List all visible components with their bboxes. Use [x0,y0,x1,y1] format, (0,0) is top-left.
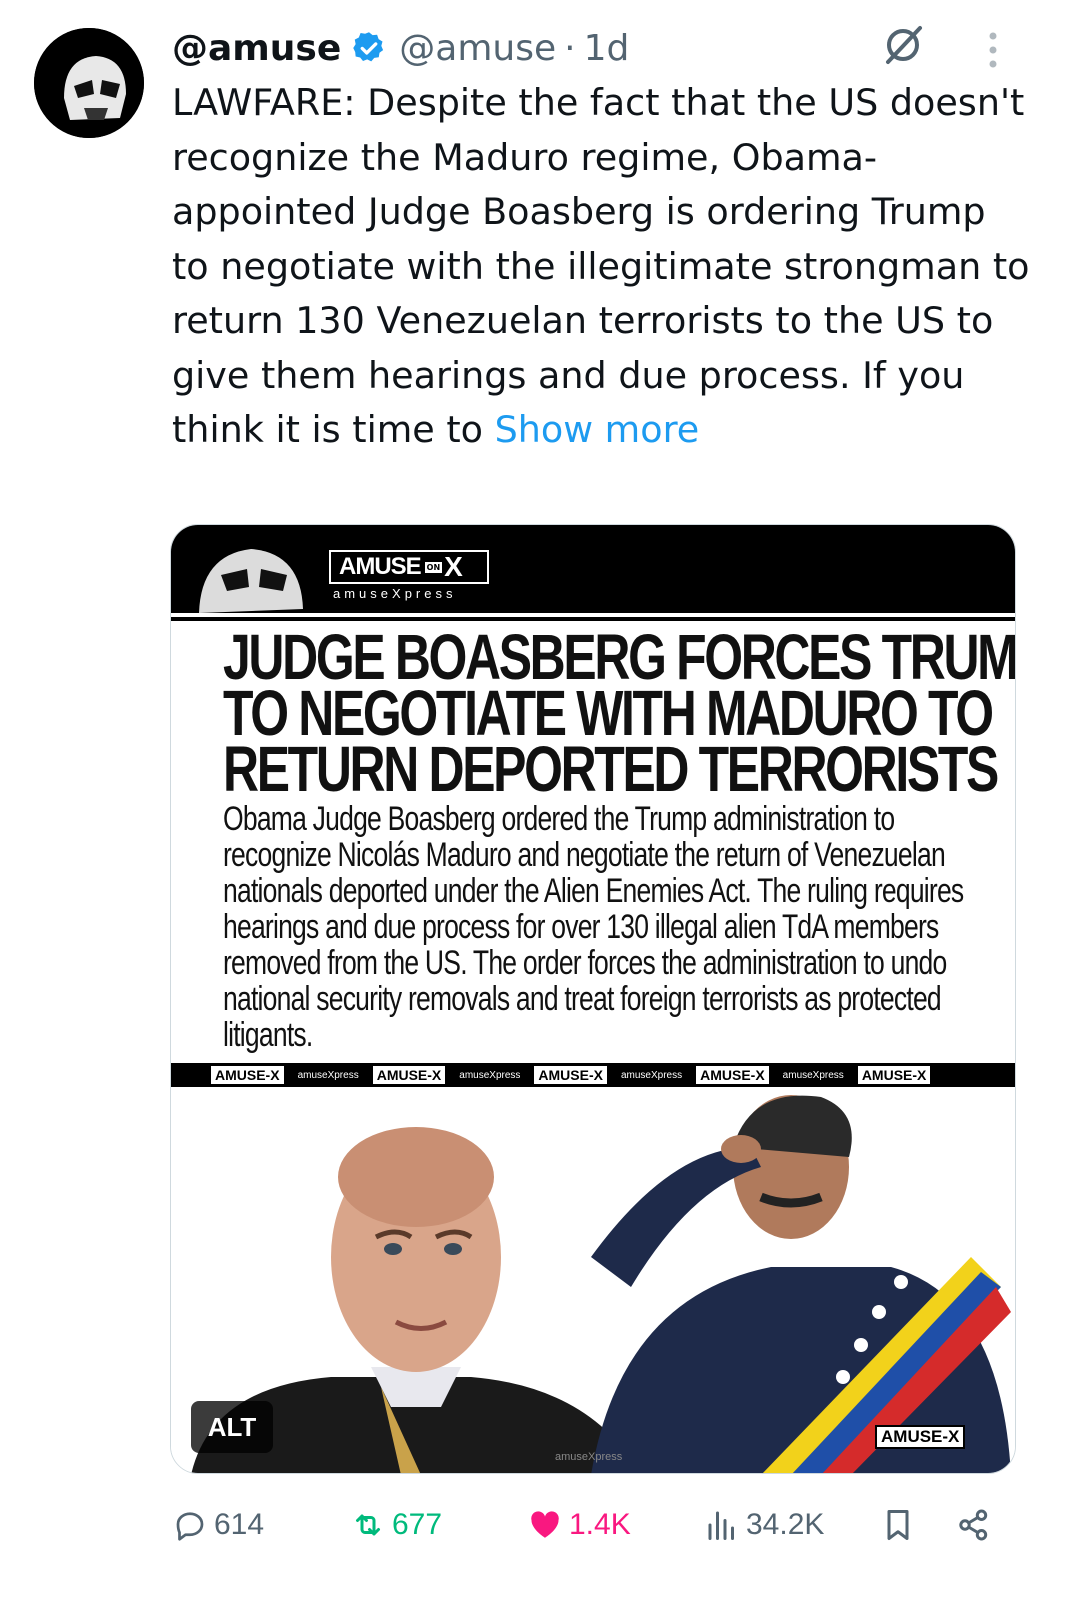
more-options-icon[interactable] [980,30,1006,70]
photo-area [171,1087,1015,1473]
repost-button[interactable]: 677 [350,1500,442,1550]
brand-on: ON [424,561,443,573]
timestamp[interactable]: 1d [584,28,630,69]
portraits-illustration [191,1095,1011,1473]
analytics-icon [708,1511,734,1540]
heart-icon [531,1511,559,1538]
media-banner: AMUSE ON X amuseXpress [171,525,1015,613]
action-bar: 614 677 1.4K 34.2K [0,1500,1077,1550]
avatar[interactable] [34,28,144,138]
handle[interactable]: @amuse [399,28,556,69]
reply-button[interactable]: 614 [172,1500,264,1550]
tweet-body-text: LAWFARE: Despite the fact that the US do… [172,81,1030,451]
ribbon-logo: AMUSE-X [211,1066,284,1084]
brand-x: X [444,551,463,582]
repost-count: 677 [392,1508,443,1541]
headline-line-3: RETURN DEPORTED TERRORISTS [223,733,999,805]
views-count: 34.2K [746,1508,825,1541]
views-button[interactable]: 34.2K [704,1500,824,1550]
share-button[interactable] [956,1500,992,1550]
ribbon-subtitle: amuseXpress [782,1069,844,1081]
corner-logo: AMUSE-X [875,1425,966,1449]
brand-subtitle: amuseXpress [333,586,457,601]
stormtrooper-banner-icon [199,549,303,613]
ribbon-logo: AMUSE-X [372,1066,446,1084]
show-more-link[interactable]: Show more [495,408,700,451]
maduro-portrait [591,1095,1011,1473]
bookmark-button[interactable] [880,1500,916,1550]
like-count: 1.4K [569,1508,631,1541]
ribbon-logo: AMUSE-X [857,1066,931,1084]
ribbon-subtitle: amuseXpress [459,1069,521,1081]
verified-badge-icon [353,32,384,62]
bookmark-icon [887,1510,909,1540]
reply-count: 614 [214,1508,265,1541]
ribbon-logo: AMUSE-X [696,1066,769,1084]
media-headline: JUDGE BOASBERG FORCES TRUMP TO NEGOTIATE… [223,625,1015,805]
repost-icon [356,1514,380,1536]
reply-icon [176,1512,204,1541]
tweet-text: LAWFARE: Despite the fact that the US do… [172,76,1032,458]
like-button[interactable]: 1.4K [527,1500,631,1550]
ribbon-subtitle: amuseXpress [620,1069,683,1081]
ribbon-logo: AMUSE-X [534,1066,607,1084]
brand-name: AMUSE [339,553,422,580]
separator-dot: · [564,27,576,69]
tweet-header: @amuse @amuse · 1d [172,22,629,74]
amuse-logo: AMUSE ON X [329,550,489,584]
watermark-ribbon: AMUSE-X amuseXpress AMUSE-X amuseXpress … [171,1063,1015,1087]
watermark-text: amuseXpress [555,1451,623,1463]
media-body-text: Obama Judge Boasberg ordered the Trump a… [223,800,964,1054]
share-icon [959,1509,988,1541]
alt-badge[interactable]: ALT [191,1401,273,1453]
tweet-media-image[interactable]: AMUSE ON X amuseXpress JUDGE BOASBERG FO… [170,524,1016,1474]
ribbon-subtitle: amuseXpress [297,1069,359,1081]
stormtrooper-avatar-icon [34,28,144,138]
grok-icon[interactable] [880,22,926,68]
display-name[interactable]: @amuse [172,28,341,69]
